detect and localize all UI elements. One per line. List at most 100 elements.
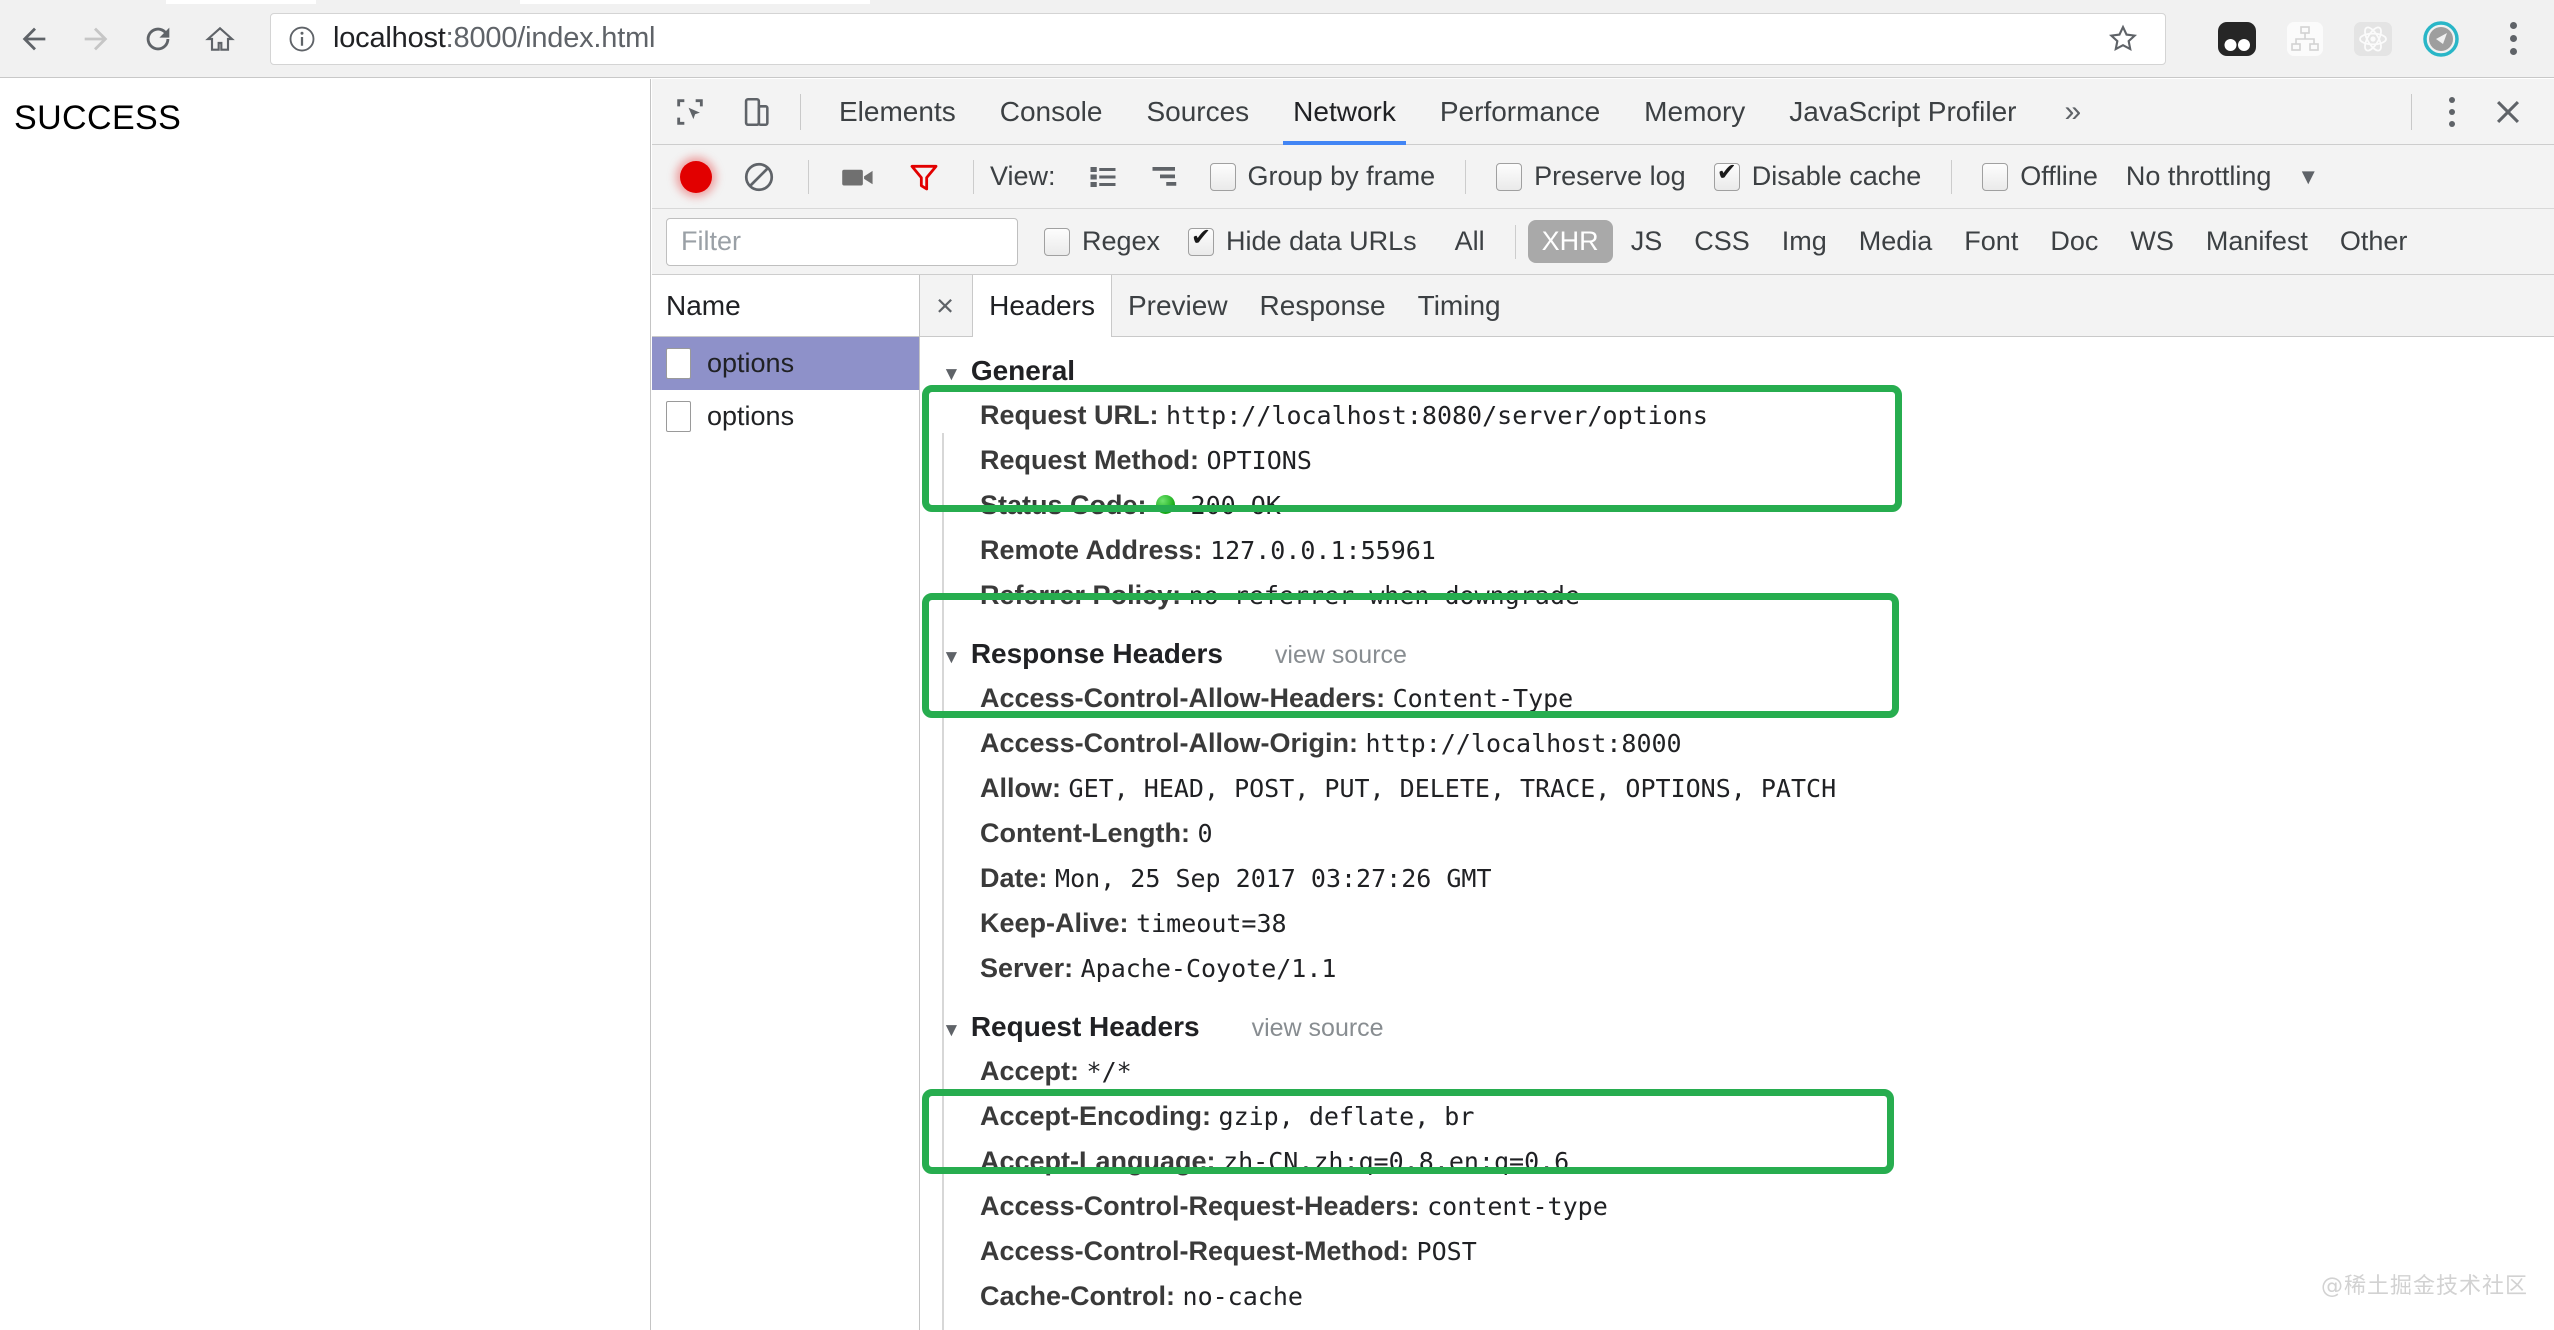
resource-filter-media[interactable]: Media [1845, 220, 1947, 263]
toggle-device-toolbar-icon[interactable] [728, 84, 784, 140]
header-key: Access-Control-Allow-Headers: [980, 683, 1386, 713]
back-button[interactable] [6, 11, 62, 67]
response-view-source-link[interactable]: view source [1275, 641, 1407, 670]
regex-checkbox[interactable] [1044, 227, 1070, 256]
hide-data-urls-checkbox[interactable] [1188, 224, 1215, 256]
headers-content[interactable]: ▼ General Request URL: http://localhost:… [920, 337, 2554, 1330]
site-info-icon[interactable] [287, 24, 317, 54]
tab-console[interactable]: Console [978, 79, 1125, 145]
network-toolbar: View: Group by frame Preserve log Disabl… [652, 145, 2554, 209]
close-devtools-icon[interactable] [2476, 95, 2540, 129]
camera-icon[interactable] [835, 154, 881, 200]
resource-filter-xhr[interactable]: XHR [1527, 220, 1613, 263]
header-key: Access-Control-Allow-Origin: [980, 728, 1359, 758]
header-key: Referrer Policy: [980, 580, 1182, 610]
hide-data-urls-label: Hide data URLs [1226, 226, 1417, 256]
browser-menu-button[interactable] [2490, 22, 2536, 55]
request-row-options-2[interactable]: options [652, 390, 919, 443]
tab-network[interactable]: Network [1271, 79, 1418, 145]
status-ok-dot-icon [1156, 495, 1176, 514]
address-bar[interactable]: localhost:8000/index.html [270, 12, 2166, 65]
resource-filter-img[interactable]: Img [1768, 220, 1841, 263]
resource-filter-css[interactable]: CSS [1680, 220, 1764, 263]
url-host: localhost [333, 22, 446, 54]
disable-cache-label: Disable cache [1751, 161, 1922, 191]
request-view-source-link[interactable]: view source [1252, 1014, 1384, 1043]
header-key: Accept-Encoding: [980, 1101, 1212, 1131]
group-by-frame-checkbox[interactable] [1209, 162, 1236, 191]
more-tabs-chevron-icon[interactable]: » [2038, 95, 2107, 129]
extension-dark-square-icon[interactable] [2214, 16, 2260, 62]
browser-toolbar: localhost:8000/index.html [0, 0, 2554, 78]
tab-strip-stub-1 [166, 0, 316, 4]
menu-dot-3 [2509, 48, 2517, 55]
chevron-down-icon[interactable]: ▼ [942, 647, 961, 669]
header-row-date: Date: Mon, 25 Sep 2017 03:27:26 GMT [920, 856, 2554, 901]
header-key: Accept: [980, 1056, 1080, 1086]
header-key: Date: [980, 863, 1048, 893]
resource-filter-other[interactable]: Other [2326, 220, 2422, 263]
offline-checkbox[interactable] [1982, 162, 2009, 191]
page-viewport: SUCCESS [0, 79, 651, 1330]
disable-cache-control[interactable]: Disable cache [1713, 159, 1922, 192]
resource-filter-font[interactable]: Font [1950, 220, 2032, 263]
detail-tab-preview[interactable]: Preview [1112, 275, 1244, 337]
offline-control[interactable]: Offline [1982, 161, 2098, 192]
extension-compass-icon[interactable] [2418, 16, 2464, 62]
header-row-acah: Access-Control-Allow-Headers: Content-Ty… [920, 676, 2554, 721]
clear-icon[interactable] [736, 154, 782, 200]
request-row-options-1[interactable]: options [652, 337, 919, 390]
tab-performance[interactable]: Performance [1418, 79, 1622, 145]
section-general-header[interactable]: ▼ General [920, 349, 2554, 393]
filter-input[interactable] [666, 217, 1018, 266]
resource-filter-manifest[interactable]: Manifest [2192, 220, 2322, 263]
dt-dot-1 [2449, 96, 2455, 103]
detail-tab-response[interactable]: Response [1244, 275, 1402, 337]
header-key: Status Code: [980, 490, 1147, 520]
request-list-column-name[interactable]: Name [652, 275, 919, 337]
tab-javascript-profiler[interactable]: JavaScript Profiler [1767, 79, 2038, 145]
header-value: no-cache [1182, 1282, 1303, 1311]
chevron-down-icon[interactable]: ▼ [942, 364, 961, 386]
tab-memory[interactable]: Memory [1622, 79, 1767, 145]
filter-funnel-icon[interactable] [901, 154, 947, 200]
waterfall-view-icon[interactable] [1142, 154, 1188, 200]
resource-filter-js[interactable]: JS [1617, 220, 1677, 263]
tab-sources[interactable]: Sources [1124, 79, 1271, 145]
forward-button[interactable] [68, 11, 124, 67]
list-view-icon[interactable] [1080, 154, 1126, 200]
home-button[interactable] [192, 11, 248, 67]
disable-cache-checkbox[interactable] [1713, 159, 1740, 191]
record-button[interactable] [680, 160, 712, 193]
chevron-down-icon[interactable]: ▼ [942, 1020, 961, 1042]
extension-sitemap-icon[interactable] [2282, 16, 2328, 62]
close-detail-icon[interactable]: × [936, 288, 954, 324]
section-request-headers-header[interactable]: ▼ Request Headers view source [920, 1005, 2554, 1049]
regex-control[interactable]: Regex [1044, 226, 1160, 257]
header-value: Apache-Coyote/1.1 [1080, 954, 1337, 983]
tab-elements[interactable]: Elements [817, 79, 978, 145]
devtools-tab-strip: Elements Console Sources Network Perform… [652, 79, 2554, 145]
detail-tab-headers[interactable]: Headers [972, 274, 1112, 338]
network-filter-bar: Regex Hide data URLs All XHR JS CSS Img … [652, 209, 2554, 275]
devtools-menu-icon[interactable] [2428, 96, 2476, 127]
bookmark-star-icon[interactable] [2097, 13, 2149, 65]
hide-data-urls-control[interactable]: Hide data URLs [1188, 224, 1417, 257]
reload-button[interactable] [130, 11, 186, 67]
resource-filter-ws[interactable]: WS [2116, 220, 2188, 263]
toolbar-divider-2 [973, 159, 974, 194]
inspect-element-icon[interactable] [662, 84, 718, 140]
header-row-cache-control: Cache-Control: no-cache [920, 1274, 2554, 1319]
group-by-frame-control[interactable]: Group by frame [1209, 161, 1435, 192]
preserve-log-checkbox[interactable] [1496, 162, 1523, 191]
extension-react-icon[interactable] [2350, 16, 2396, 62]
resource-filter-all[interactable]: All [1441, 220, 1499, 263]
header-row-accept-encoding: Accept-Encoding: gzip, deflate, br [920, 1094, 2554, 1139]
resource-filter-doc[interactable]: Doc [2036, 220, 2112, 263]
section-response-headers-header[interactable]: ▼ Response Headers view source [920, 632, 2554, 676]
chevron-down-icon[interactable]: ▼ [2297, 164, 2319, 190]
throttling-select[interactable]: No throttling [2126, 161, 2272, 192]
detail-tab-timing[interactable]: Timing [1402, 275, 1517, 337]
preserve-log-control[interactable]: Preserve log [1496, 161, 1686, 192]
header-key: Server: [980, 953, 1074, 983]
